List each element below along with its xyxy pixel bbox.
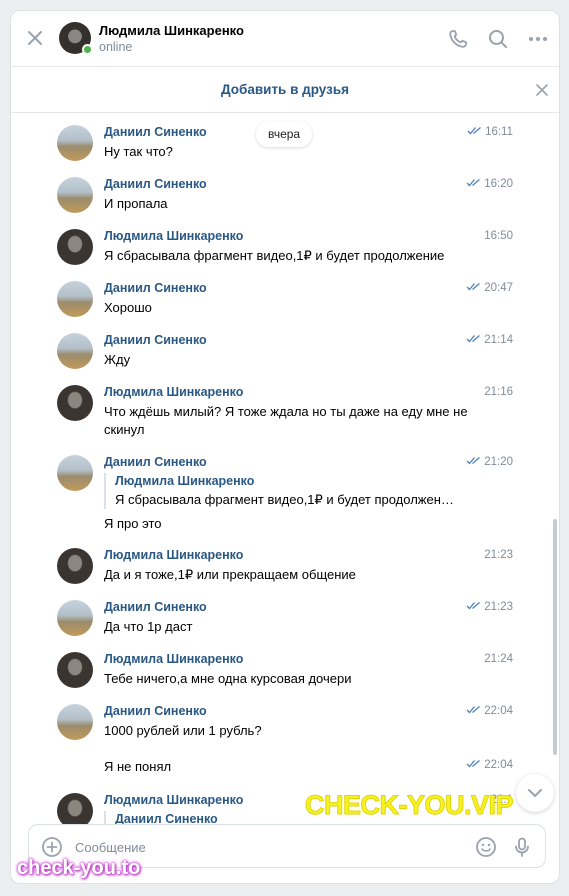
time-label: 21:20 [484,456,513,468]
message-text: Я не понял [104,759,172,774]
time-label: 20:47 [484,282,513,294]
time-label: 16:20 [484,178,513,190]
read-check-icon [466,457,481,465]
message-sender[interactable]: Даниил Синенко [104,333,207,347]
message-sender[interactable]: Людмила Шинкаренко [104,793,243,807]
read-check-icon [466,602,481,610]
read-check-icon [466,335,481,343]
message-time: 21:16 [484,386,513,398]
avatar[interactable] [57,385,93,421]
message-text: Что ждёшь милый? Я тоже ждала но ты даже… [104,404,468,437]
time-label: 21:23 [484,549,513,561]
message-text: Жду [104,352,131,367]
contact-name[interactable]: Людмила Шинкаренко [99,23,244,38]
close-icon[interactable] [25,28,45,48]
avatar[interactable] [57,281,93,317]
time-label: 16:50 [484,230,513,242]
quote-sender: Людмила Шинкаренко [115,474,255,488]
avatar[interactable] [57,455,93,491]
message-text: Да и я тоже,1₽ или прекращаем общение [104,567,356,582]
contact-status: online [99,40,133,54]
read-check-icon [466,179,481,187]
message-time: 20:47 [466,282,513,294]
message-text: Я про это [104,516,162,531]
phone-icon[interactable] [447,28,469,50]
avatar[interactable] [57,125,93,161]
scrollbar[interactable] [553,519,557,755]
microphone-icon[interactable] [511,836,533,858]
avatar[interactable] [57,229,93,265]
add-friend-button[interactable]: Добавить в друзья [11,82,559,97]
attach-icon[interactable] [41,836,63,858]
quote-text: Я сбрасывала фрагмент видео,1₽ и будет п… [115,492,454,507]
avatar[interactable] [57,793,93,824]
message-sender[interactable]: Даниил Синенко [104,177,207,191]
close-icon[interactable] [535,83,549,97]
avatar[interactable] [57,548,93,584]
message-time: 21:23 [466,601,513,613]
scroll-down-button[interactable] [516,774,554,812]
message-text: Да что 1р даст [104,619,193,634]
message-history[interactable]: Даниил Синенко 16:11 Ну так что? вчера Д… [11,114,559,824]
message-sender[interactable]: Людмила Шинкаренко [104,652,243,666]
avatar[interactable] [57,652,93,688]
message-time: 21:14 [466,334,513,346]
message-time: 16:50 [484,230,513,242]
message-input[interactable] [75,837,455,857]
avatar[interactable] [57,704,93,740]
reply-quote[interactable]: Людмила Шинкаренко Я сбрасывала фрагмент… [104,473,454,509]
read-check-icon [467,127,481,135]
message-text: И пропала [104,196,168,211]
date-separator: вчера [256,122,313,147]
online-indicator [82,44,93,55]
message-text: 1000 рублей или 1 рубль? [104,723,262,738]
chat-header: Людмила Шинкаренко online [11,11,559,67]
time-label: 16:11 [485,126,513,138]
message-time: 21:20 [466,456,513,468]
message-sender[interactable]: Даниил Синенко [104,704,207,718]
time-label: 22:04 [484,759,513,771]
add-friend-bar: Добавить в друзья [11,67,559,113]
time-label: 21:23 [484,601,513,613]
message-sender[interactable]: Даниил Синенко [104,281,207,295]
message-text: Тебе ничего,а мне одна курсовая дочери [104,671,352,686]
message-sender[interactable]: Людмила Шинкаренко [104,229,243,243]
message-time: 21:24 [484,653,513,665]
avatar[interactable] [57,333,93,369]
avatar[interactable] [57,600,93,636]
time-label: 21:14 [484,334,513,346]
read-check-icon [466,283,481,291]
message-time: 16:11 [467,126,513,138]
read-check-icon [466,706,481,714]
message-sender[interactable]: Людмила Шинкаренко [104,385,243,399]
message-text: Я сбрасывала фрагмент видео,1₽ и будет п… [104,248,445,263]
message-sender[interactable]: Людмила Шинкаренко [104,548,243,562]
message-time: 16:20 [466,178,513,190]
more-icon[interactable] [527,28,549,50]
message-time: 22:04 [466,705,513,717]
search-icon[interactable] [487,28,509,50]
time-label: 22:04 [484,705,513,717]
avatar[interactable] [57,177,93,213]
quote-sender: Даниил Синенко [115,812,218,824]
message-sender[interactable]: Даниил Синенко [104,600,207,614]
message-sender[interactable]: Даниил Синенко [104,125,207,139]
time-label: 21:24 [484,653,513,665]
chevron-down-icon [528,789,542,797]
chat-window: Людмила Шинкаренко online Добавить в дру… [10,10,560,884]
message-sender[interactable]: Даниил Синенко [104,455,207,469]
emoji-icon[interactable] [475,836,497,858]
message-text: Хорошо [104,300,152,315]
watermark: check-you.to [17,857,141,879]
time-label: 21:16 [484,386,513,398]
watermark: CHECK-YOU.VIP [304,790,514,821]
message-time: 21:23 [484,549,513,561]
reply-quote[interactable]: Даниил Синенко [104,811,218,824]
